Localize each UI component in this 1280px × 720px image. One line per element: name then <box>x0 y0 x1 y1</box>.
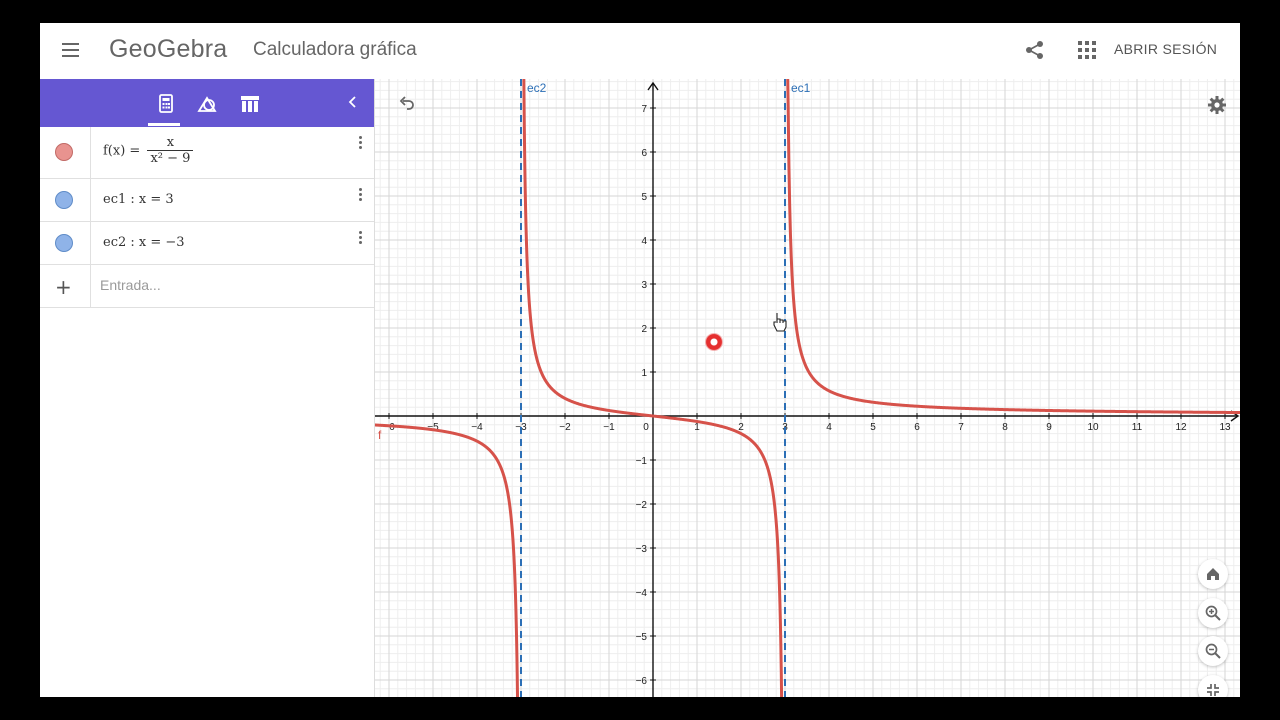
y-tick-label: 2 <box>641 324 647 335</box>
more-options-icon[interactable] <box>358 230 364 246</box>
x-tick-label: −1 <box>603 422 615 433</box>
x-tick-label: 0 <box>643 422 649 433</box>
algebra-row-f[interactable]: f(x) = x x² − 9 <box>40 127 374 179</box>
y-tick-label: −6 <box>636 676 648 687</box>
x-tick-label: −2 <box>559 422 571 433</box>
label-ec2: ec2 <box>527 81 547 95</box>
y-tick-label: 4 <box>641 236 647 247</box>
x-tick-label: 5 <box>870 422 876 433</box>
x-tick-label: 1 <box>694 422 700 433</box>
more-options-icon[interactable] <box>358 187 364 203</box>
y-tick-label: −3 <box>636 544 648 555</box>
graph-canvas[interactable]: −6−5−4−3−2−10123456789101112137654321−1−… <box>375 79 1240 697</box>
x-tick-label: 9 <box>1046 422 1052 433</box>
share-icon[interactable] <box>1024 39 1046 61</box>
y-tick-label: 3 <box>641 280 647 291</box>
label-ec1: ec1 <box>791 81 811 95</box>
app-title: Calculadora gráfica <box>253 39 417 60</box>
collapse-chevron-icon[interactable] <box>343 92 363 112</box>
equation-ec2: ec2 : x = −3 <box>103 235 185 250</box>
curve-left-branch <box>375 423 520 697</box>
menu-icon[interactable] <box>60 39 82 61</box>
y-tick-label: −4 <box>636 588 648 599</box>
y-tick-label: 6 <box>641 148 647 159</box>
y-tick-label: −5 <box>636 632 648 643</box>
algebra-row-ec1[interactable]: ec1 : x = 3 <box>40 179 374 222</box>
algebra-row-ec2[interactable]: ec2 : x = −3 <box>40 222 374 265</box>
zoom-out-button[interactable] <box>1198 636 1228 666</box>
settings-gear-icon[interactable] <box>1207 95 1227 115</box>
app-logo: GeoGebra <box>109 35 228 63</box>
x-tick-label: −4 <box>471 422 483 433</box>
fullscreen-exit-button[interactable] <box>1198 675 1228 697</box>
algebra-panel: f(x) = x x² − 9 ec1 : x = 3 ec2 : x = −3… <box>40 79 375 697</box>
more-options-icon[interactable] <box>358 135 364 151</box>
add-icon[interactable]: + <box>55 275 72 299</box>
y-tick-label: −1 <box>636 456 648 467</box>
visibility-toggle-ec2[interactable] <box>55 234 73 252</box>
geometry-tools-icon[interactable] <box>196 93 218 115</box>
y-tick-label: −2 <box>636 500 648 511</box>
click-indicator <box>705 333 723 351</box>
fraction: x x² − 9 <box>147 135 194 167</box>
top-bar: GeoGebra Calculadora gráfica ABRIR SESIÓ… <box>40 23 1240 80</box>
table-icon[interactable] <box>239 93 261 115</box>
algebra-toolbar <box>40 79 374 127</box>
label-f: f <box>378 428 382 442</box>
apps-grid-icon[interactable] <box>1078 41 1096 59</box>
y-tick-label: 5 <box>641 192 647 203</box>
function-definition: f(x) = x x² − 9 <box>103 135 194 167</box>
undo-icon[interactable] <box>395 94 417 116</box>
algebra-input-row[interactable]: + Entrada... <box>40 265 374 308</box>
geogebra-app: GeoGebra Calculadora gráfica ABRIR SESIÓ… <box>40 23 1240 697</box>
visibility-toggle-f[interactable] <box>55 143 73 161</box>
x-tick-label: 13 <box>1219 422 1231 433</box>
x-tick-label: 8 <box>1002 422 1008 433</box>
y-tick-label: 1 <box>641 368 647 379</box>
x-tick-label: 7 <box>958 422 964 433</box>
input-bar[interactable]: Entrada... <box>100 277 161 293</box>
x-tick-label: 12 <box>1175 422 1187 433</box>
home-button[interactable] <box>1198 559 1228 589</box>
signin-button[interactable]: ABRIR SESIÓN <box>1114 41 1217 57</box>
x-tick-label: 11 <box>1132 422 1143 433</box>
zoom-in-button[interactable] <box>1198 598 1228 628</box>
hand-cursor-icon <box>772 311 788 337</box>
x-tick-label: 4 <box>826 422 832 433</box>
x-tick-label: 10 <box>1087 422 1099 433</box>
y-tick-label: 7 <box>641 104 647 115</box>
active-tab-indicator <box>148 123 180 126</box>
calculator-icon[interactable] <box>155 93 177 115</box>
graphics-view[interactable]: −6−5−4−3−2−10123456789101112137654321−1−… <box>375 79 1240 697</box>
visibility-toggle-ec1[interactable] <box>55 191 73 209</box>
equation-ec1: ec1 : x = 3 <box>103 192 174 207</box>
x-tick-label: 6 <box>914 422 920 433</box>
